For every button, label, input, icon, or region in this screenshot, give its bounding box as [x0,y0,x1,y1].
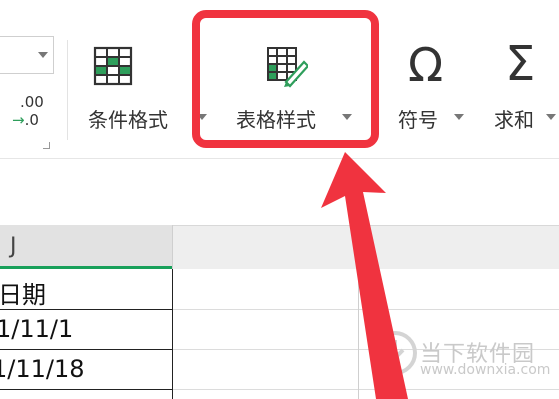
pointer-arrow-icon [321,152,408,399]
